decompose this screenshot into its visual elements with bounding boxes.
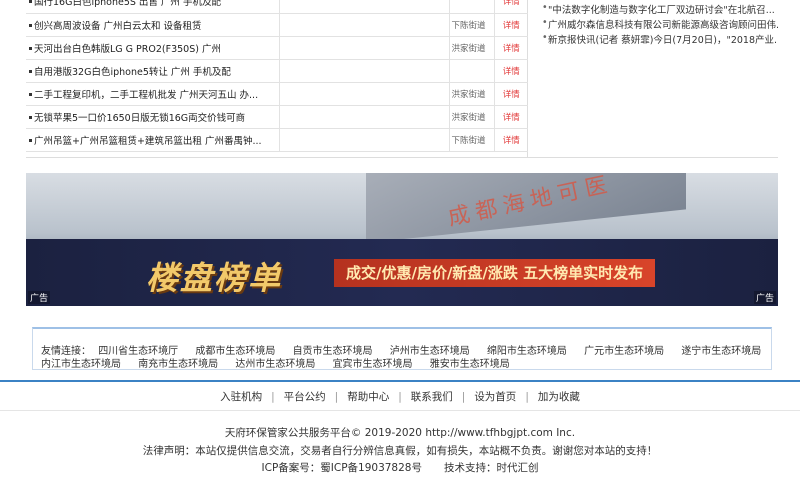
detail-link[interactable]: 详情	[494, 128, 528, 152]
listing-title[interactable]: 二手工程复印机，二手工程机批发 广州天河五山 办...	[26, 82, 280, 106]
listing-area: 洪家街道	[449, 105, 495, 129]
listing-area	[449, 0, 495, 14]
footer-divider	[0, 410, 800, 411]
banner-headline: 楼盘榜单	[146, 259, 283, 297]
footer-link-help[interactable]: 帮助中心	[338, 389, 398, 404]
copyright-text: 天府环保管家公共服务平台© 2019-2020 http://www.tfhbg…	[224, 427, 576, 439]
footer-nav: 入驻机构 | 平台公约 | 帮助中心 | 联系我们 | 设为首页 | 加为收藏	[0, 389, 800, 404]
footer-link-join[interactable]: 入驻机构	[211, 389, 271, 404]
listing-title[interactable]: 无锁苹果5一口价1650日版无锁16G両交价钱可商	[26, 105, 280, 129]
news-panel: "中法数字化制造与数字化工厂双边研讨会"在北航召... 广州威尔森信息科技有限公…	[532, 0, 778, 158]
listing-table: 国行16G白色iphone5S 出售 广州 手机及配 详情 创兴高周波设备 广州…	[26, 0, 528, 152]
banner-slogan: 成交/优惠/房价/新盘/涨跌 五大榜单实时发布	[334, 259, 656, 287]
icp-number[interactable]: ICP备案号：蜀ICP备19037828号	[262, 462, 422, 474]
listing-area: 下陈街道	[449, 13, 495, 37]
friend-link[interactable]: 雅安市生态环境局	[430, 359, 510, 370]
listing-section: 国行16G白色iphone5S 出售 广州 手机及配 详情 创兴高周波设备 广州…	[26, 0, 778, 158]
friend-link[interactable]: 内江市生态环境局	[41, 359, 121, 370]
table-row[interactable]: 二手工程复印机，二手工程机批发 广州天河五山 办... 洪家街道 详情	[26, 82, 528, 106]
listing-area: 下陈街道	[449, 128, 495, 152]
table-row[interactable]: 广州吊篮+广州吊篮租赁+建筑吊篮出租 广州番禺钟... 下陈街道 详情	[26, 128, 528, 152]
ad-label: 广告	[28, 291, 51, 304]
footer-info-row: ICP备案号：蜀ICP备19037828号 技术支持：时代汇创	[0, 460, 800, 475]
ad-banner[interactable]: 成都海地可医 楼盘榜单 成交/优惠/房价/新盘/涨跌 五大榜单实时发布 广告 广…	[26, 173, 778, 306]
detail-link[interactable]: 详情	[494, 105, 528, 129]
listing-title[interactable]: 创兴高周波设备 广州白云太和 设备租赁	[26, 13, 280, 37]
listing-panel: 国行16G白色iphone5S 出售 广州 手机及配 详情 创兴高周波设备 广州…	[26, 0, 528, 158]
detail-link[interactable]: 详情	[494, 36, 528, 60]
listing-title[interactable]: 天河出台白色韩版LG G PRO2(F350S) 广州	[26, 36, 280, 60]
detail-link[interactable]: 详情	[494, 82, 528, 106]
friend-link[interactable]: 遂宁市生态环境局	[681, 346, 761, 357]
banner-strip: 楼盘榜单 成交/优惠/房价/新盘/涨跌 五大榜单实时发布	[26, 239, 778, 306]
listing-title[interactable]: 国行16G白色iphone5S 出售 广州 手机及配	[26, 0, 280, 14]
listing-area: 洪家街道	[449, 82, 495, 106]
tech-support: 技术支持：时代汇创	[443, 462, 539, 474]
friend-link[interactable]: 广元市生态环境局	[584, 346, 664, 357]
news-item[interactable]: 新京报快讯(记者 蔡妍霏)今日(7月20日)，"2018产业...	[542, 32, 778, 46]
friend-links: 友情连接： 四川省生态环境厅 成都市生态环境局 自贡市生态环境局 泸州市生态环境…	[32, 327, 772, 370]
footer-link-homepage[interactable]: 设为首页	[465, 389, 525, 404]
listing-area: 洪家街道	[449, 36, 495, 60]
listing-area	[449, 59, 495, 83]
friend-links-row: 内江市生态环境局 南充市生态环境局 达州市生态环境局 宜宾市生态环境局 雅安市生…	[41, 355, 524, 370]
table-row[interactable]: 无锁苹果5一口价1650日版无锁16G両交价钱可商 洪家街道 详情	[26, 105, 528, 129]
listing-title[interactable]: 自用港版32G白色iphone5转让 广州 手机及配	[26, 59, 280, 83]
table-row[interactable]: 天河出台白色韩版LG G PRO2(F350S) 广州 洪家街道 详情	[26, 36, 528, 60]
footer-divider-blue	[0, 380, 800, 382]
friend-link[interactable]: 宜宾市生态环境局	[333, 359, 413, 370]
footer-link-bookmark[interactable]: 加为收藏	[529, 389, 589, 404]
listing-title[interactable]: 广州吊篮+广州吊篮租赁+建筑吊篮出租 广州番禺钟...	[26, 128, 280, 152]
legal-notice: 法律声明：本站仅提供信息交流，交易者自行分辨信息真假，如有损失，本站概不负责。谢…	[142, 445, 658, 457]
table-row[interactable]: 自用港版32G白色iphone5转让 广州 手机及配 详情	[26, 59, 528, 83]
footer-link-rules[interactable]: 平台公约	[275, 389, 335, 404]
table-row[interactable]: 国行16G白色iphone5S 出售 广州 手机及配 详情	[26, 0, 528, 14]
news-item[interactable]: 广州威尔森信息科技有限公司新能源高级咨询顾问田伟...	[542, 17, 778, 31]
ad-label: 广告	[753, 291, 776, 304]
footer-link-contact[interactable]: 联系我们	[402, 389, 462, 404]
news-item[interactable]: "中法数字化制造与数字化工厂双边研讨会"在北航召...	[542, 2, 778, 16]
friend-link[interactable]: 南充市生态环境局	[138, 359, 218, 370]
detail-link[interactable]: 详情	[494, 13, 528, 37]
detail-link[interactable]: 详情	[494, 59, 528, 83]
table-row[interactable]: 创兴高周波设备 广州白云太和 设备租赁 下陈街道 详情	[26, 13, 528, 37]
detail-link[interactable]: 详情	[494, 0, 528, 14]
friend-link[interactable]: 达州市生态环境局	[235, 359, 315, 370]
